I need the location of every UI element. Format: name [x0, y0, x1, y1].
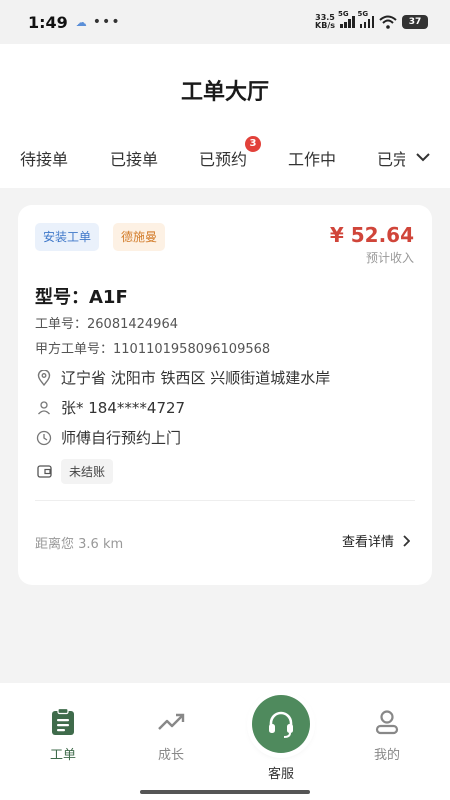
nav-mine-label: 我的 — [373, 748, 400, 763]
customer-row: 张* 184****4727 — [35, 397, 185, 418]
wallet-icon — [35, 463, 53, 481]
nav-mine[interactable]: 我的 — [352, 707, 422, 763]
view-details-label: 查看详情 — [341, 535, 394, 550]
brand-tag: 德施曼 — [113, 223, 166, 251]
price-label: 预计收入 — [365, 251, 414, 265]
address-text: 辽宁省 沈阳市 铁西区 兴顺街道城建水岸 — [61, 369, 331, 387]
divider — [35, 500, 415, 501]
cloud-icon: ☁ — [75, 15, 87, 29]
headset-icon — [269, 711, 293, 738]
net-speed: 33.5 KB/s — [315, 13, 335, 30]
order-card[interactable]: 安装工单 德施曼 ¥ 52.64 预计收入 型号：A1F 工单号：2608142… — [18, 205, 432, 585]
appointment-text: 师傅自行预约上门 — [61, 429, 182, 447]
nav-growth-label: 成长 — [157, 748, 184, 763]
tab-accepted[interactable]: 已接单 — [110, 146, 158, 170]
more-dots-icon: ••• — [92, 14, 121, 30]
party-order-number: 甲方工单号：1101101958096109568 — [35, 342, 271, 357]
settlement-row: 未结账 — [35, 459, 114, 484]
order-number: 工单号：26081424964 — [35, 317, 178, 332]
wifi-icon — [379, 15, 397, 29]
clock-icon — [35, 429, 53, 447]
tab-pending[interactable]: 待接单 — [20, 146, 68, 170]
status-tabs: 待接单 已接单 已预约 3 工作中 已完 — [0, 134, 405, 178]
chevron-down-icon[interactable] — [410, 144, 436, 170]
home-indicator — [140, 790, 310, 794]
signal-icon-2: 5G — [358, 10, 374, 28]
nav-orders-label: 工单 — [49, 748, 76, 763]
person-icon — [35, 399, 53, 417]
customer-service-button[interactable] — [252, 695, 310, 753]
tab-count-badge: 3 — [245, 136, 262, 152]
trend-up-icon — [136, 707, 206, 737]
signal-icon: 5G — [338, 10, 355, 28]
tab-appointed[interactable]: 已预约 3 — [199, 136, 262, 170]
order-type-tag: 安装工单 — [35, 223, 100, 251]
order-price: ¥ 52.64 — [329, 223, 414, 247]
view-details-link[interactable]: 查看详情 — [342, 531, 410, 550]
nav-service-label: 客服 — [267, 767, 294, 782]
settlement-badge: 未结账 — [61, 459, 114, 484]
status-bar: 1:49 ☁ ••• 33.5 KB/s 5G 5G 37 — [0, 0, 450, 44]
nav-growth[interactable]: 成长 — [136, 707, 206, 763]
status-icons: 33.5 KB/s 5G 5G 37 — [315, 10, 428, 30]
clipboard-icon — [28, 707, 98, 737]
customer-text: 张* 184****4727 — [61, 399, 186, 417]
appointment-row: 师傅自行预约上门 — [35, 427, 181, 448]
battery-icon: 37 — [402, 15, 428, 29]
distance-text: 距离您 3.6 km — [35, 537, 124, 552]
nav-orders[interactable]: 工单 — [28, 707, 98, 763]
tab-completed[interactable]: 已完 — [377, 146, 405, 170]
status-time: 1:49 — [28, 12, 68, 32]
chevron-right-icon — [402, 534, 410, 547]
user-icon — [352, 707, 422, 737]
bottom-nav: 工单 成长 客服 我的 — [0, 683, 450, 800]
header: 工单大厅 待接单 已接单 已预约 3 工作中 已完 — [0, 44, 450, 188]
page-title: 工单大厅 — [180, 80, 269, 105]
order-model: 型号：A1F — [35, 287, 128, 308]
tab-in-progress[interactable]: 工作中 — [288, 146, 336, 170]
location-pin-icon — [35, 369, 53, 387]
tab-appointed-label: 已预约 — [199, 150, 248, 169]
address-row: 辽宁省 沈阳市 铁西区 兴顺街道城建水岸 — [35, 367, 330, 388]
